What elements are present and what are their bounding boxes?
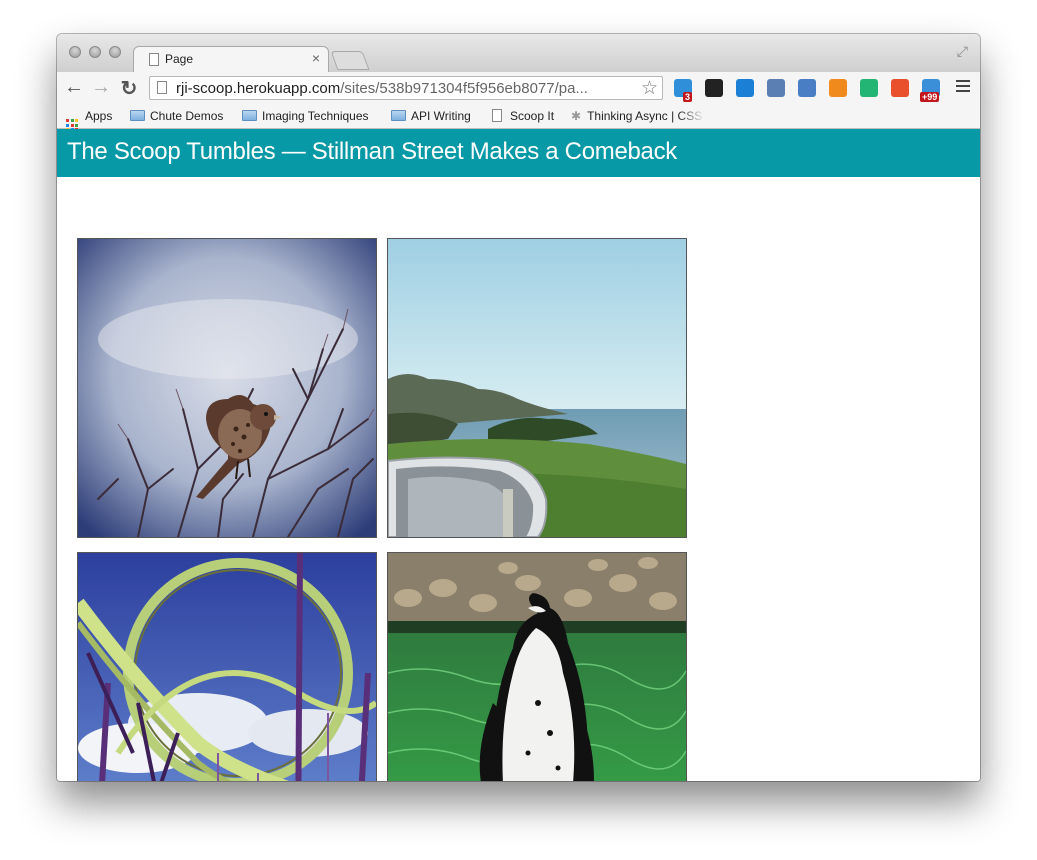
notes-icon[interactable] — [798, 79, 816, 97]
photo-coastline[interactable] — [387, 238, 687, 538]
clock-icon[interactable] — [891, 79, 909, 97]
phone-icon[interactable] — [736, 79, 754, 97]
bookmark-scoop-it[interactable]: Scoop It — [492, 109, 554, 123]
browser-window: Page × ⤢ ← → ↻ rji-scoop.herokuapp.com/s… — [57, 34, 980, 781]
folder-icon — [130, 110, 145, 121]
tab-page[interactable]: Page × — [133, 46, 329, 73]
tab-strip: Page × ⤢ — [57, 34, 980, 73]
bookmark-label: Apps — [85, 109, 113, 123]
bookmark-label: Thinking Async | CSS — [587, 109, 703, 123]
reload-icon[interactable]: ↻ — [118, 76, 140, 101]
folder-icon — [242, 110, 257, 121]
forward-icon[interactable]: → — [90, 76, 112, 99]
sparrow-image — [78, 239, 376, 537]
bookmark-chute-demos[interactable]: Chute Demos — [130, 109, 223, 123]
address-bar[interactable]: rji-scoop.herokuapp.com/sites/538b971304… — [149, 76, 663, 100]
page-title: The Scoop Tumbles — Stillman Street Make… — [67, 138, 677, 165]
tab-title: Page — [165, 52, 194, 66]
fire-icon[interactable] — [829, 79, 847, 97]
photo-sparrow[interactable] — [77, 238, 377, 538]
site-header: The Scoop Tumbles — Stillman Street Make… — [57, 129, 980, 177]
extension-badge: +99 — [920, 92, 940, 102]
bookmark-label: Chute Demos — [150, 109, 224, 123]
tab-close-icon[interactable]: × — [312, 50, 320, 66]
bookmark-label: API Writing — [411, 109, 471, 123]
back-icon[interactable]: ← — [63, 76, 85, 99]
url-path: /sites/538b971304f5f956eb8077/pa... — [340, 80, 588, 97]
new-tab-button[interactable] — [330, 51, 370, 70]
page-content: The Scoop Tumbles — Stillman Street Make… — [57, 129, 980, 781]
browser-toolbar: ← → ↻ rji-scoop.herokuapp.com/sites/538b… — [57, 72, 980, 104]
bookmarks-bar: Apps Chute Demos Imaging Techniques API … — [57, 104, 980, 131]
bookmark-api-writing[interactable]: API Writing — [391, 109, 471, 123]
minimize-window-button[interactable] — [89, 46, 101, 58]
roller-coaster-image — [78, 553, 376, 781]
bookmark-star-icon[interactable]: ☆ — [641, 77, 658, 100]
penguin-image — [388, 553, 686, 781]
bookmark-label: Imaging Techniques — [262, 109, 369, 123]
pushbullet-icon[interactable] — [860, 79, 878, 97]
zoom-window-button[interactable] — [109, 46, 121, 58]
bookmark-thinking-async[interactable]: ✱ Thinking Async | CSS — [571, 109, 705, 123]
bookmark-label: Scoop It — [510, 109, 555, 123]
folder-icon — [391, 110, 406, 121]
page-icon — [149, 53, 159, 66]
url-text[interactable]: rji-scoop.herokuapp.com/sites/538b971304… — [176, 80, 636, 97]
bookmark-imaging-techniques[interactable]: Imaging Techniques — [242, 109, 369, 123]
photo-roller-coaster[interactable] — [77, 552, 377, 781]
menu-icon[interactable] — [956, 80, 970, 95]
page-icon — [157, 81, 167, 94]
page-icon — [492, 109, 502, 122]
fullscreen-icon[interactable]: ⤢ — [957, 43, 968, 60]
close-window-button[interactable] — [69, 46, 81, 58]
asterisk-icon: ✱ — [571, 109, 582, 123]
window-icon[interactable] — [767, 79, 785, 97]
buffer-icon[interactable] — [705, 79, 723, 97]
bookmark-apps[interactable]: Apps — [66, 109, 112, 131]
photo-penguin[interactable] — [387, 552, 687, 781]
extension-badge: 3 — [683, 92, 693, 102]
coastline-image — [388, 239, 686, 537]
url-host: rji-scoop.herokuapp.com — [176, 80, 341, 97]
